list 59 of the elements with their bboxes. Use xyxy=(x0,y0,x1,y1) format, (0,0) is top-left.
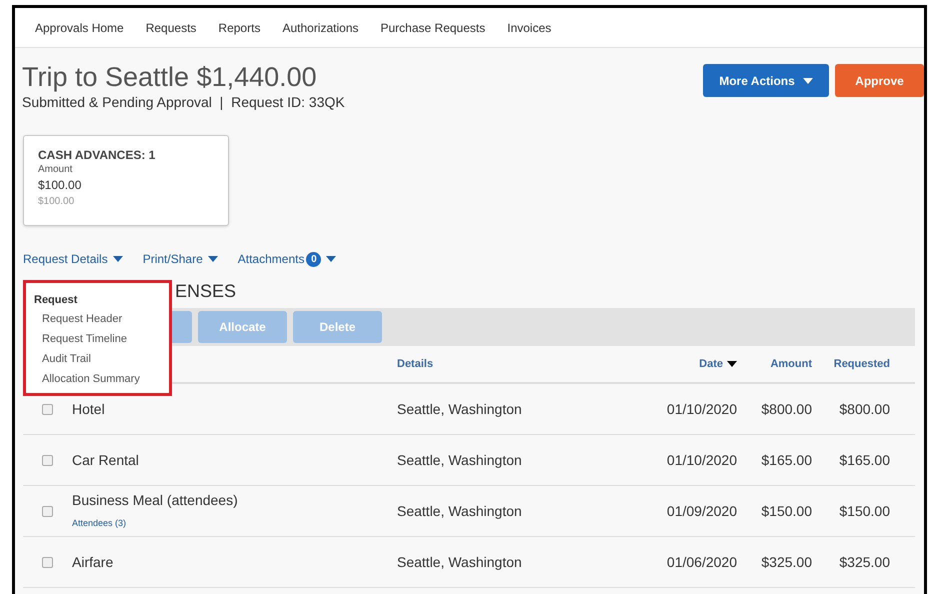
expense-name: Airfare xyxy=(72,552,114,572)
nav-link[interactable]: Authorizations xyxy=(282,18,358,36)
menu-item[interactable]: Allocation Summary xyxy=(34,369,169,389)
nav-link[interactable]: Requests xyxy=(146,18,196,36)
menu-item[interactable]: Request Timeline xyxy=(34,329,169,349)
expense-name: Hotel xyxy=(72,400,106,418)
menu-item[interactable]: Audit Trail xyxy=(34,349,169,369)
row-checkbox[interactable] xyxy=(42,506,53,516)
dropdown-link[interactable]: Print/Share xyxy=(142,250,218,268)
card-amount: $100.00 xyxy=(38,177,82,194)
date-cell-text: 01/06/2020 xyxy=(666,552,737,572)
requested-cell-text: $165.00 xyxy=(838,450,890,470)
requested-cell-text: $325.00 xyxy=(838,552,890,572)
caret-icon xyxy=(802,78,813,84)
card-sub-amount: $100.00 xyxy=(38,195,76,208)
attendees-link[interactable]: Attendees (3) xyxy=(72,518,126,528)
details-cell-text: Seattle, Washington xyxy=(397,450,523,470)
dropdown-link[interactable]: Request Details xyxy=(23,250,123,268)
request-status: Submitted & Pending Approval | Request ID: 33QK xyxy=(22,93,345,112)
row-checkbox[interactable] xyxy=(42,454,53,466)
row-checkbox[interactable] xyxy=(42,556,53,568)
details-cell-text: Seattle, Washington xyxy=(397,552,523,572)
details-cell-text: Seattle, Washington xyxy=(397,502,523,521)
caret-icon xyxy=(112,256,123,262)
row-checkbox[interactable] xyxy=(42,404,53,414)
nav-link[interactable]: Reports xyxy=(218,18,260,36)
page-title: Trip to Seattle $1,440.00 xyxy=(22,62,318,92)
count-badge: 0 xyxy=(306,252,322,266)
caret-icon xyxy=(208,256,218,262)
dropdown-link[interactable]: Attachments 0 xyxy=(238,250,336,268)
requested-cell-text: $150.00 xyxy=(838,502,890,520)
date-cell-text: 01/10/2020 xyxy=(666,400,737,418)
nav-link[interactable]: Invoices xyxy=(507,18,552,36)
column-header[interactable]: Details xyxy=(397,356,647,372)
caret-icon xyxy=(326,256,336,262)
expense-name: Car Rental xyxy=(72,450,140,470)
column-header[interactable]: Date xyxy=(647,356,737,372)
amount-cell-text: $150.00 xyxy=(760,502,812,520)
date-cell-text: 01/10/2020 xyxy=(666,450,737,470)
column-header[interactable]: Requested xyxy=(812,356,890,372)
cash-advances-card[interactable]: CASH ADVANCES: 1 Amount $100.00 $100.00 xyxy=(23,135,229,226)
menu-heading: Request xyxy=(34,293,78,308)
approve-button[interactable]: Approve xyxy=(835,64,924,97)
amount-cell-text: $325.00 xyxy=(760,552,812,572)
nav-link[interactable]: Purchase Requests xyxy=(380,18,486,36)
details-cell-text: Seattle, Washington xyxy=(397,400,523,419)
section-heading: ENSES xyxy=(175,280,238,302)
requested-cell-text: $800.00 xyxy=(838,400,890,418)
card-heading: CASH ADVANCES: 1 xyxy=(38,148,156,163)
more-actions-button[interactable]: More Actions xyxy=(703,64,829,97)
caret-icon xyxy=(727,361,737,367)
nav-link[interactable]: Approvals Home xyxy=(35,18,124,36)
card-label: Amount xyxy=(38,163,74,176)
menu-item[interactable]: Request Header xyxy=(34,309,169,329)
amount-cell-text: $165.00 xyxy=(760,450,812,470)
column-header[interactable]: Amount xyxy=(737,356,812,372)
date-cell-text: 01/09/2020 xyxy=(666,502,737,520)
amount-cell-text: $800.00 xyxy=(760,400,812,418)
expense-name: Business Meal (attendees) xyxy=(72,491,239,510)
